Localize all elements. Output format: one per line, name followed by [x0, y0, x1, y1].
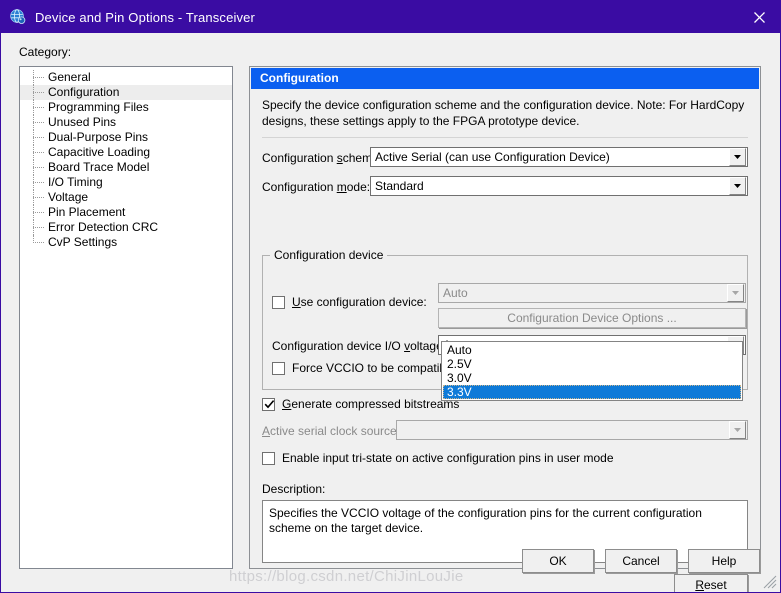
generate-compressed-bitstreams-checkbox[interactable]: Generate compressed bitstreams [262, 397, 459, 411]
sidebar-item-capacitive-loading[interactable]: Capacitive Loading [20, 145, 232, 160]
config-mode-combobox[interactable]: Standard [370, 176, 748, 196]
tree-connector-dash [33, 227, 44, 229]
sidebar-item-label: Board Trace Model [48, 160, 150, 174]
configuration-device-combobox: Auto [438, 283, 746, 303]
help-button-label: Help [711, 554, 737, 568]
use-configuration-device-checkbox[interactable]: Use configuration device: [272, 295, 427, 309]
sidebar-item-configuration[interactable]: Configuration [20, 85, 232, 100]
tree-connector-dash [33, 137, 44, 139]
config-scheme-label: Configuration scheme: [262, 151, 383, 165]
tree-connector-dash [33, 182, 44, 184]
sidebar-item-unused-pins[interactable]: Unused Pins [20, 115, 232, 130]
tree-connector-dash [33, 167, 44, 169]
category-tree[interactable]: General Configuration Programming Files … [19, 66, 233, 569]
chevron-down-icon[interactable] [729, 148, 746, 166]
config-scheme-value: Active Serial (can use Configuration Dev… [375, 150, 610, 164]
active-serial-clock-source-combobox [396, 420, 748, 440]
chevron-down-icon [727, 284, 744, 302]
sidebar-item-label: Error Detection CRC [48, 220, 159, 234]
window-title: Device and Pin Options - Transceiver [35, 9, 255, 25]
close-icon[interactable] [736, 1, 780, 33]
tree-connector-dash [33, 107, 44, 109]
checkbox-box-icon[interactable] [272, 361, 285, 375]
sidebar-item-label: Dual-Purpose Pins [48, 130, 149, 144]
checkbox-box-icon[interactable] [272, 295, 285, 309]
sidebar-item-label: General [48, 70, 91, 84]
cancel-button-label: Cancel [622, 554, 660, 568]
sidebar-item-general[interactable]: General [20, 70, 232, 85]
ok-button[interactable]: OK [522, 549, 594, 573]
sidebar-item-label: Unused Pins [48, 115, 117, 129]
device-and-pin-options-dialog: Device and Pin Options - Transceiver Cat… [0, 0, 781, 593]
sidebar-item-label: Programming Files [48, 100, 149, 114]
dropdown-option-2-5v[interactable]: 2.5V [443, 357, 741, 371]
configuration-device-groupbox-title: Configuration device [270, 248, 388, 262]
io-voltage-dropdown-list[interactable]: Auto 2.5V 3.0V 3.3V [441, 341, 743, 401]
description-label: Description: [262, 482, 326, 496]
sidebar-item-label: Capacitive Loading [48, 145, 151, 159]
dropdown-option-auto[interactable]: Auto [443, 343, 741, 357]
use-configuration-device-label: Use configuration device: [292, 295, 427, 309]
ok-button-label: OK [549, 554, 567, 568]
config-mode-value: Standard [375, 179, 424, 193]
sidebar-item-label: CvP Settings [48, 235, 118, 249]
tree-connector-dash [33, 122, 44, 124]
quartus-globe-icon [10, 9, 26, 24]
sidebar-item-dual-purpose-pins[interactable]: Dual-Purpose Pins [20, 130, 232, 145]
dropdown-option-3-3v[interactable]: 3.3V [443, 385, 741, 399]
dialog-client-area: Category: General Configuration Programm… [1, 33, 780, 592]
config-mode-label: Configuration mode: [262, 180, 371, 194]
enable-input-tri-state-label: Enable input tri-state on active configu… [282, 451, 614, 465]
active-serial-clock-source-label: Active serial clock source: [262, 424, 401, 438]
configuration-panel: Configuration Specify the device configu… [249, 66, 761, 592]
sidebar-item-error-detection-crc[interactable]: Error Detection CRC [20, 220, 232, 235]
configuration-device-value: Auto [443, 286, 468, 300]
chevron-down-icon[interactable] [729, 177, 746, 195]
sidebar-item-cvp-settings[interactable]: CvP Settings [20, 235, 232, 250]
sidebar-item-board-trace-model[interactable]: Board Trace Model [20, 160, 232, 175]
chevron-down-icon [729, 421, 746, 439]
configuration-device-options-label: Configuration Device Options ... [507, 311, 677, 325]
reset-button[interactable]: Reset [674, 574, 748, 592]
checkbox-box-icon[interactable] [262, 451, 275, 465]
sidebar-item-pin-placement[interactable]: Pin Placement [20, 205, 232, 220]
tree-connector-dash [33, 152, 44, 154]
generate-compressed-bitstreams-label: Generate compressed bitstreams [282, 397, 460, 411]
title-bar[interactable]: Device and Pin Options - Transceiver [1, 1, 780, 33]
tree-connector-dash [33, 77, 44, 79]
configuration-device-options-button: Configuration Device Options ... [438, 308, 746, 328]
config-scheme-combobox[interactable]: Active Serial (can use Configuration Dev… [370, 147, 748, 167]
sidebar-item-voltage[interactable]: Voltage [20, 190, 232, 205]
sidebar-item-label: Voltage [48, 190, 89, 204]
checkbox-checked-icon[interactable] [262, 397, 275, 411]
panel-description-text: Specify the device configuration scheme … [262, 98, 745, 128]
tree-connector-dash [33, 92, 44, 94]
config-device-io-voltage-label: Configuration device I/O voltage: [272, 339, 447, 353]
enable-input-tri-state-checkbox[interactable]: Enable input tri-state on active configu… [262, 451, 614, 465]
help-button[interactable]: Help [688, 549, 760, 573]
sidebar-item-label: I/O Timing [48, 175, 103, 189]
tree-connector-dash [33, 212, 44, 214]
sidebar-item-label: Pin Placement [48, 205, 126, 219]
sidebar-item-io-timing[interactable]: I/O Timing [20, 175, 232, 190]
dropdown-option-3-0v[interactable]: 3.0V [443, 371, 741, 385]
panel-divider [262, 137, 748, 138]
category-label: Category: [19, 45, 72, 59]
tree-connector-dash [33, 197, 44, 199]
cancel-button[interactable]: Cancel [605, 549, 677, 573]
panel-header-title: Configuration [251, 68, 759, 89]
sidebar-item-label: Configuration [48, 85, 120, 99]
resize-grip-handle[interactable] [763, 575, 777, 589]
reset-button-label: Reset [695, 578, 727, 592]
tree-connector-dash [33, 242, 44, 244]
sidebar-item-programming-files[interactable]: Programming Files [20, 100, 232, 115]
